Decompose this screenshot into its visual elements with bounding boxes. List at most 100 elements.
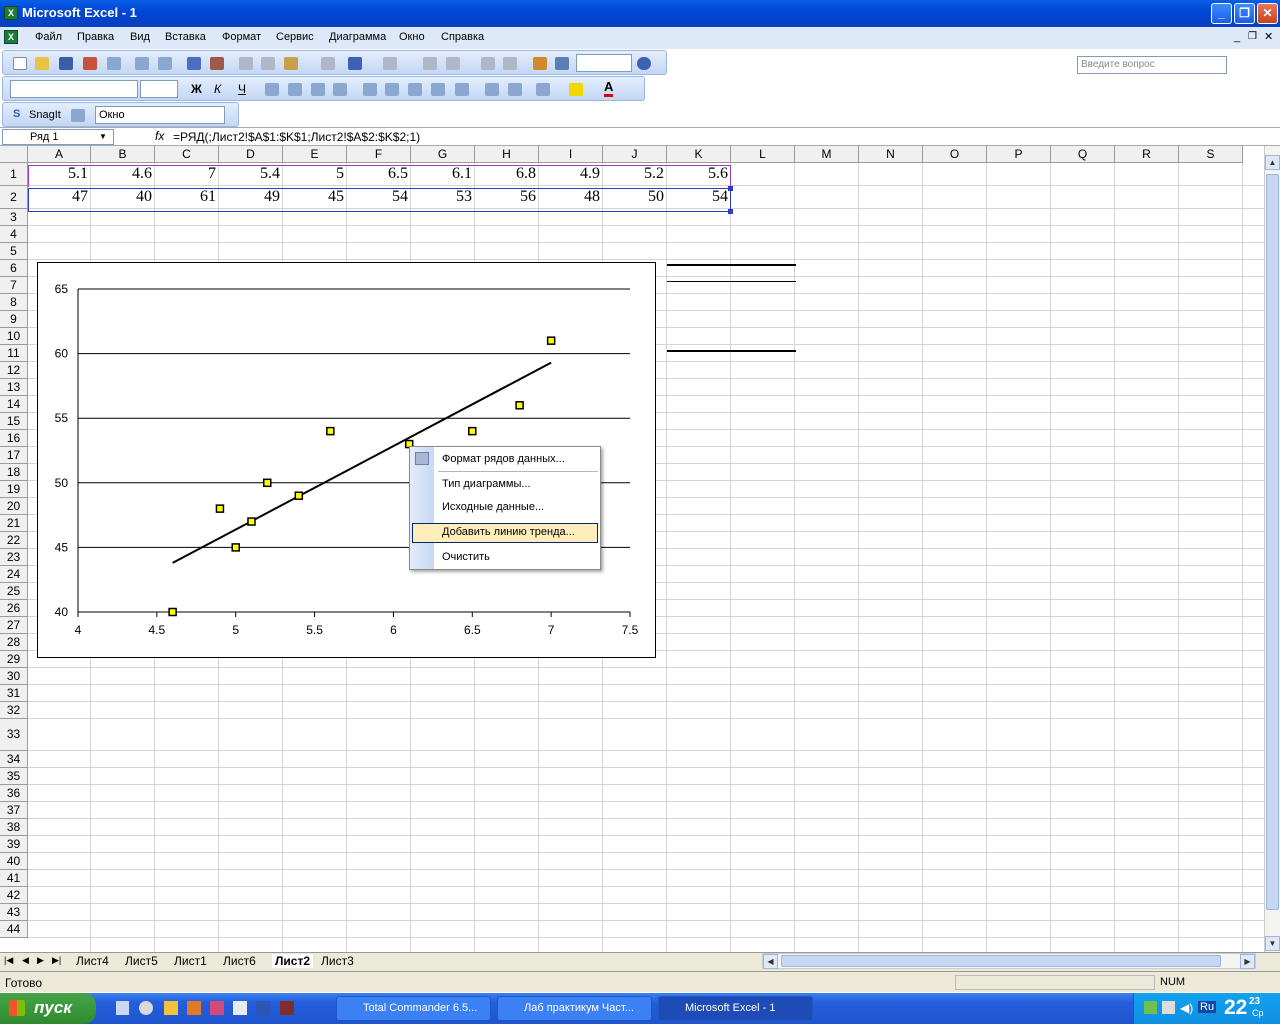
scroll-left-button[interactable]: ◀ — [763, 954, 778, 969]
first-sheet-icon[interactable]: |◀ — [4, 955, 13, 966]
print-icon[interactable] — [135, 57, 149, 70]
menu-tools[interactable]: Сервис — [276, 31, 314, 43]
tab-sheet3[interactable]: Лист3 — [321, 954, 354, 968]
row-header-2[interactable]: 2 — [0, 186, 28, 209]
data-point[interactable] — [294, 491, 304, 500]
tray-icon[interactable] — [1144, 1001, 1157, 1014]
close-button[interactable]: ✕ — [1257, 3, 1278, 24]
menu-item-add-trendline[interactable]: Добавить линию тренда... — [442, 526, 575, 538]
column-header-q[interactable]: Q — [1051, 146, 1115, 163]
volume-icon[interactable]: ◀) — [1180, 1001, 1193, 1015]
excel-app-icon[interactable]: X — [4, 6, 18, 20]
row-header-43[interactable]: 43 — [0, 904, 28, 921]
row-header-22[interactable]: 22 — [0, 532, 28, 549]
preview-icon[interactable] — [158, 57, 172, 70]
vertical-scrollbar[interactable]: ▲ ▼ — [1264, 146, 1280, 952]
data-point[interactable] — [263, 478, 272, 488]
task-lab-practicum[interactable]: Лаб практикум Част... — [497, 996, 652, 1021]
app-icon[interactable] — [187, 1001, 201, 1015]
network-icon[interactable] — [1162, 1001, 1175, 1014]
prev-sheet-icon[interactable]: ◀ — [22, 955, 29, 966]
help-search-input[interactable]: Введите вопрос — [1077, 56, 1227, 74]
app-icon[interactable] — [210, 1001, 224, 1015]
increase-indent-icon[interactable] — [508, 83, 522, 96]
row-header-42[interactable]: 42 — [0, 887, 28, 904]
row-header-19[interactable]: 19 — [0, 481, 28, 498]
y-tick-label[interactable]: 60 — [55, 347, 69, 361]
tab-sheet6[interactable]: Лист6 — [223, 954, 256, 968]
row-header-20[interactable]: 20 — [0, 498, 28, 515]
app-icon[interactable] — [164, 1001, 178, 1015]
print-preview-icon[interactable] — [107, 57, 121, 70]
row-header-10[interactable]: 10 — [0, 328, 28, 345]
tab-sheet2[interactable]: Лист2 — [272, 954, 314, 968]
open-icon[interactable] — [35, 57, 49, 70]
x-tick-label[interactable]: 7 — [548, 623, 555, 637]
menu-item-clear[interactable]: Очистить — [442, 551, 490, 563]
column-header-i[interactable]: I — [539, 146, 603, 163]
row-header-18[interactable]: 18 — [0, 464, 28, 481]
row-header-44[interactable]: 44 — [0, 921, 28, 938]
clock-minutes[interactable]: 23 — [1249, 996, 1260, 1007]
menu-item-chart-type[interactable]: Тип диаграммы... — [442, 478, 531, 490]
column-header-o[interactable]: O — [923, 146, 987, 163]
undo-icon[interactable] — [348, 57, 362, 70]
menu-window[interactable]: Окно — [399, 31, 425, 43]
row-header-6[interactable]: 6 — [0, 260, 28, 277]
menu-item-source-data[interactable]: Исходные данные... — [442, 501, 544, 513]
font-size-combo[interactable] — [140, 80, 178, 98]
select-all-corner[interactable] — [0, 146, 28, 163]
data-point[interactable] — [515, 401, 524, 410]
column-header-p[interactable]: P — [987, 146, 1051, 163]
row-header-13[interactable]: 13 — [0, 379, 28, 396]
row-header-41[interactable]: 41 — [0, 870, 28, 887]
menu-format[interactable]: Формат — [222, 31, 261, 43]
row-header-34[interactable]: 34 — [0, 751, 28, 768]
drawn-line[interactable] — [667, 264, 796, 266]
merge-center-icon[interactable] — [333, 83, 347, 96]
zoom-combo[interactable] — [576, 54, 632, 72]
row-header-27[interactable]: 27 — [0, 617, 28, 634]
column-header-e[interactable]: E — [283, 146, 347, 163]
data-point[interactable] — [247, 517, 256, 526]
x-tick-label[interactable]: 6 — [390, 623, 397, 637]
row-header-25[interactable]: 25 — [0, 583, 28, 600]
research-icon[interactable] — [210, 57, 224, 70]
tab-sheet4[interactable]: Лист4 — [76, 954, 109, 968]
selection-handle[interactable] — [728, 186, 733, 191]
row-header-32[interactable]: 32 — [0, 702, 28, 719]
column-header-f[interactable]: F — [347, 146, 411, 163]
column-header-m[interactable]: M — [795, 146, 859, 163]
column-header-g[interactable]: G — [411, 146, 475, 163]
app-icon[interactable] — [280, 1001, 294, 1015]
menu-view[interactable]: Вид — [130, 31, 150, 43]
chart-wizard-icon[interactable] — [533, 57, 547, 70]
column-header-s[interactable]: S — [1179, 146, 1243, 163]
y-tick-label[interactable]: 40 — [55, 605, 69, 619]
copy-icon[interactable] — [261, 57, 275, 70]
row-header-9[interactable]: 9 — [0, 311, 28, 328]
menu-edit[interactable]: Правка — [77, 31, 114, 43]
row-header-33[interactable]: 33 — [0, 719, 28, 751]
menu-insert[interactable]: Вставка — [165, 31, 206, 43]
y-tick-label[interactable]: 50 — [55, 476, 69, 490]
tab-sheet5[interactable]: Лист5 — [125, 954, 158, 968]
column-header-n[interactable]: N — [859, 146, 923, 163]
clock-day[interactable]: Ср — [1252, 1008, 1264, 1018]
fill-color-icon[interactable] — [569, 83, 583, 96]
x-tick-label[interactable]: 6.5 — [464, 623, 481, 637]
next-sheet-icon[interactable]: ▶ — [37, 955, 44, 966]
row-header-11[interactable]: 11 — [0, 345, 28, 362]
start-button[interactable]: пуск — [0, 993, 96, 1024]
format-painter-icon[interactable] — [321, 57, 335, 70]
y-tick-label[interactable]: 65 — [55, 282, 69, 296]
menu-item-format-series[interactable]: Формат рядов данных... — [442, 453, 565, 465]
app-icon[interactable] — [233, 1001, 247, 1015]
align-center-icon[interactable] — [288, 83, 302, 96]
column-header-b[interactable]: B — [91, 146, 155, 163]
row-header-29[interactable]: 29 — [0, 651, 28, 668]
column-header-c[interactable]: C — [155, 146, 219, 163]
data-point[interactable] — [468, 426, 477, 436]
bold-button[interactable]: Ж — [191, 82, 202, 96]
spelling-icon[interactable] — [187, 57, 201, 70]
